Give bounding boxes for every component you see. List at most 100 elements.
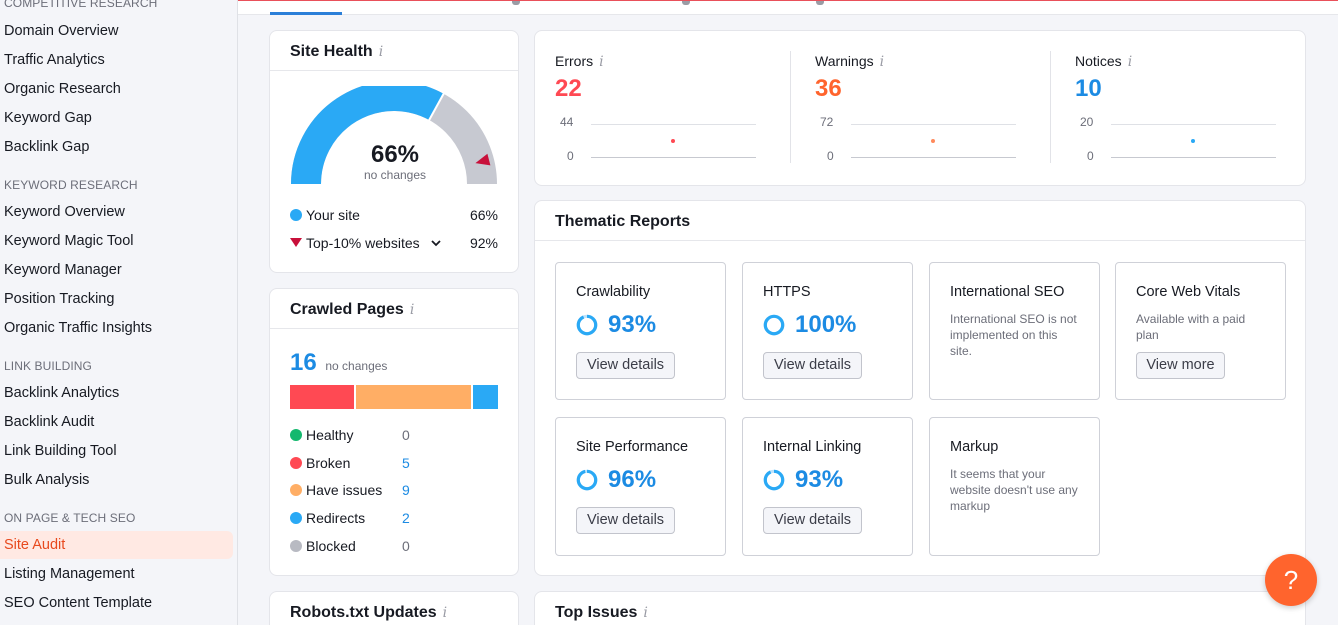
status-dot-icon (290, 484, 302, 497)
bar-segment-have-issues[interactable] (355, 385, 471, 409)
sidebar-item-keyword-magic-tool[interactable]: Keyword Magic Tool (0, 227, 233, 255)
crawl-row-value: 0 (402, 427, 410, 443)
notices-count[interactable]: 10 (1075, 75, 1102, 103)
crawl-row-value[interactable]: 2 (402, 508, 410, 528)
thematic-reports-card: Thematic Reports Crawlability 93% View d… (534, 200, 1306, 576)
chevron-down-icon[interactable] (430, 238, 442, 248)
divider (535, 240, 1305, 241)
crawled-count-number[interactable]: 16 (290, 349, 317, 376)
crawl-row-value[interactable]: 5 (402, 453, 410, 473)
tile-percent-value: 93% (608, 311, 657, 338)
top-issues-title: Top Issues i (555, 604, 648, 622)
view-details-button[interactable]: View details (763, 352, 862, 379)
tile-crawlability[interactable]: Crawlability 93% View details (555, 262, 726, 400)
progress-ring-icon (763, 314, 785, 336)
tile-markup[interactable]: Markup It seems that your website doesn'… (929, 417, 1100, 556)
crawl-row-healthy[interactable]: Healthy 0 (290, 425, 410, 445)
sidebar-item-seo-content-template[interactable]: SEO Content Template (0, 589, 233, 617)
legend-value: 92% (469, 235, 498, 251)
sidebar-item-link-building-tool[interactable]: Link Building Tool (0, 437, 233, 465)
crawled-pages-title: Crawled Pages i (290, 301, 414, 319)
robots-title-text: Robots.txt Updates (290, 604, 437, 621)
crawl-row-value[interactable]: 9 (402, 480, 410, 500)
tick-label: 44 (560, 115, 574, 129)
sidebar-item-traffic-analytics[interactable]: Traffic Analytics (0, 46, 233, 74)
sidebar-item-listing-management[interactable]: Listing Management (0, 560, 233, 588)
crawled-count[interactable]: 16 no changes (290, 349, 387, 377)
notices-label: Notices i (1075, 53, 1132, 70)
crawl-row-label: Broken (306, 454, 351, 471)
robots-title: Robots.txt Updates i (290, 604, 447, 622)
tile-https[interactable]: HTTPS 100% View details (742, 262, 913, 400)
tile-international-seo[interactable]: International SEO International SEO is n… (929, 262, 1100, 400)
info-icon[interactable]: i (443, 605, 447, 621)
tile-title: Markup (950, 439, 999, 455)
help-button[interactable]: ? (1265, 554, 1317, 606)
tile-internal-linking[interactable]: Internal Linking 93% View details (742, 417, 913, 556)
sidebar-section-keyword-research: KEYWORD RESEARCH (4, 178, 138, 192)
crawled-pages-title-text: Crawled Pages (290, 301, 404, 318)
legend-label: Top-10% websites (306, 235, 420, 251)
info-icon[interactable]: i (880, 54, 884, 70)
info-icon[interactable]: i (1128, 54, 1132, 70)
view-details-button[interactable]: View details (576, 507, 675, 534)
sidebar-section-competitive: COMPETITIVE RESEARCH (4, 0, 158, 10)
sidebar-item-domain-overview[interactable]: Domain Overview (0, 17, 233, 45)
sidebar-item-site-audit[interactable]: Site Audit (0, 531, 233, 559)
sidebar-item-keyword-gap[interactable]: Keyword Gap (0, 104, 233, 132)
warnings-point (931, 139, 935, 143)
tile-percent-value: 96% (608, 466, 657, 493)
tile-percent: 96% (576, 466, 656, 494)
view-details-button[interactable]: View details (576, 352, 675, 379)
sidebar-item-position-tracking[interactable]: Position Tracking (0, 285, 233, 313)
crawl-row-label: Redirects (306, 510, 366, 527)
crawl-row-broken[interactable]: Broken 5 (290, 453, 410, 473)
status-dot-icon (290, 512, 302, 525)
info-icon[interactable]: i (410, 302, 414, 318)
errors-count[interactable]: 22 (555, 75, 582, 103)
view-more-button[interactable]: View more (1136, 352, 1225, 379)
grid-line (591, 157, 756, 158)
tab-overview-active-indicator[interactable] (270, 12, 342, 15)
sidebar-item-backlink-analytics[interactable]: Backlink Analytics (0, 379, 233, 407)
tile-core-web-vitals[interactable]: Core Web Vitals Available with a paid pl… (1115, 262, 1286, 400)
sidebar-item-backlink-gap[interactable]: Backlink Gap (0, 133, 233, 161)
progress-ring-icon (576, 314, 598, 336)
tab-strip (238, 1, 1338, 15)
column-separator (790, 51, 791, 163)
tile-percent: 93% (763, 466, 843, 494)
tile-site-performance[interactable]: Site Performance 96% View details (555, 417, 726, 556)
sidebar-item-backlink-audit[interactable]: Backlink Audit (0, 408, 233, 436)
sidebar-item-keyword-overview[interactable]: Keyword Overview (0, 198, 233, 226)
crawl-row-blocked[interactable]: Blocked 0 (290, 536, 410, 556)
legend-your-site: Your site 66% (290, 205, 498, 225)
sidebar-item-organic-research[interactable]: Organic Research (0, 75, 233, 103)
legend-top10[interactable]: Top-10% websites 92% (290, 233, 498, 253)
grid-line (851, 124, 1016, 125)
notices-column: Notices i 10 20 0 (1075, 31, 1295, 181)
tab-partial[interactable] (512, 1, 520, 5)
warnings-count[interactable]: 36 (815, 75, 842, 103)
info-icon[interactable]: i (599, 54, 603, 70)
crawl-row-have-issues[interactable]: Have issues 9 (290, 480, 410, 500)
info-icon[interactable]: i (379, 44, 383, 60)
bar-segment-broken[interactable] (290, 385, 354, 409)
tile-title: Crawlability (576, 284, 651, 300)
sidebar-item-organic-traffic-insights[interactable]: Organic Traffic Insights (0, 314, 233, 342)
crawl-row-label: Have issues (306, 482, 383, 499)
info-icon[interactable]: i (643, 605, 647, 621)
sidebar-item-bulk-analysis[interactable]: Bulk Analysis (0, 466, 233, 494)
view-details-button[interactable]: View details (763, 507, 862, 534)
bar-segment-redirects[interactable] (472, 385, 498, 409)
tick-label: 0 (567, 149, 574, 163)
crawl-row-redirects[interactable]: Redirects 2 (290, 508, 410, 528)
crawl-row-label: Healthy (306, 427, 354, 443)
warnings-label: Warnings i (815, 53, 884, 70)
progress-ring-icon (576, 469, 598, 491)
errors-label-text: Errors (555, 53, 594, 69)
tab-partial[interactable] (816, 1, 824, 5)
sidebar-item-keyword-manager[interactable]: Keyword Manager (0, 256, 233, 284)
tile-title: International SEO (950, 284, 1065, 300)
tab-partial[interactable] (682, 1, 690, 5)
triangle-down-icon (290, 238, 302, 247)
